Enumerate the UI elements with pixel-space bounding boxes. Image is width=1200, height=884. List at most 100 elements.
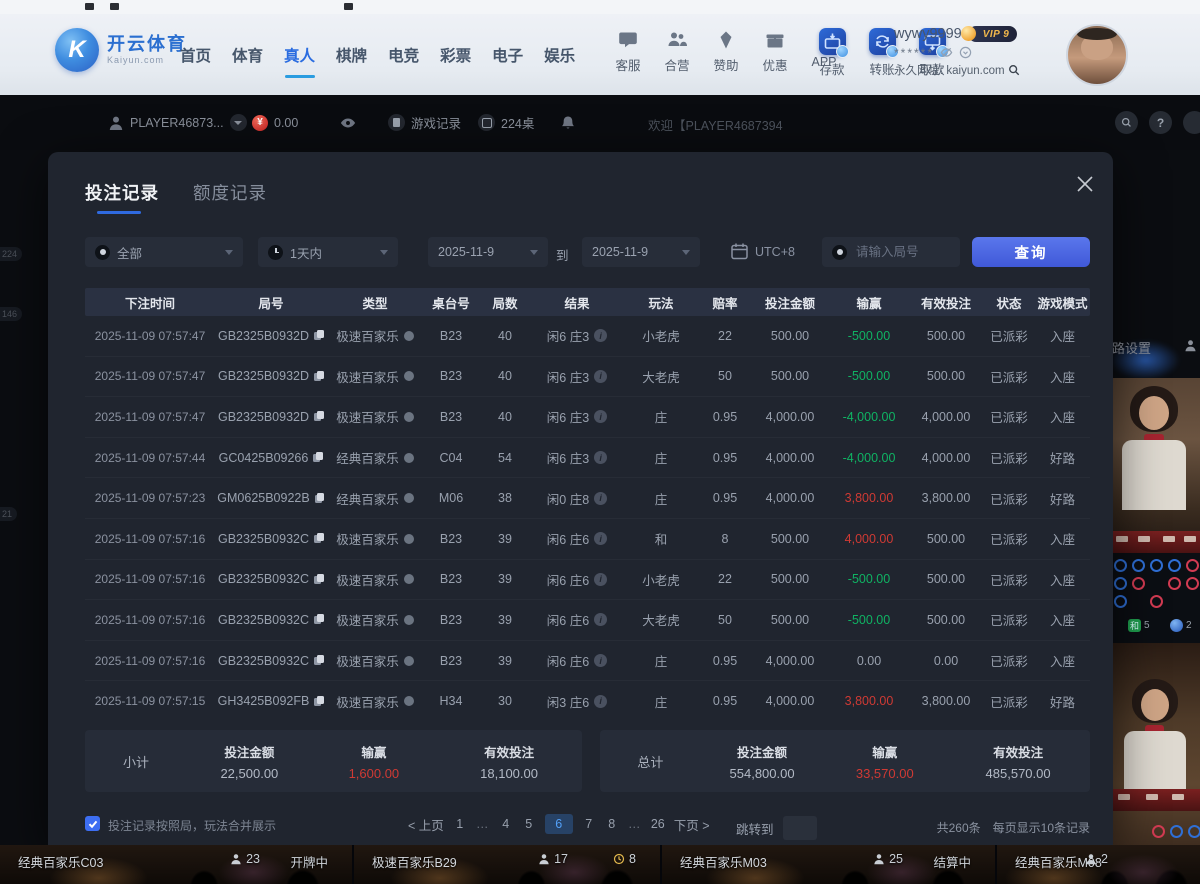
info-icon[interactable]: i [594, 654, 607, 667]
eye-off-icon[interactable] [940, 46, 953, 59]
player-count: 2 [1085, 852, 1108, 866]
info-icon[interactable]: i [594, 410, 607, 423]
round-search-input[interactable] [854, 244, 950, 260]
close-icon[interactable] [1075, 174, 1095, 194]
nav-item-2[interactable]: 真人 [282, 38, 317, 72]
help-icon[interactable]: ? [1149, 111, 1172, 134]
page-button-8[interactable]: 8 [605, 817, 619, 831]
search-icon[interactable] [1115, 111, 1138, 134]
nav-item-3[interactable]: 棋牌 [334, 38, 369, 72]
cell-win-loss: -4,000.00 [829, 451, 909, 465]
category-select[interactable]: 全部 [85, 237, 243, 267]
partnership-link[interactable]: 合营 [657, 30, 697, 74]
next-page-button[interactable]: 下页 > [674, 815, 710, 834]
copy-icon[interactable] [314, 411, 324, 422]
cell-play: 大老虎 [623, 367, 699, 386]
copy-icon[interactable] [314, 614, 324, 625]
more-icon[interactable] [1183, 111, 1200, 134]
logo-icon: K [55, 28, 99, 72]
user-info[interactable]: wywy9999 VIP 9 ****** 永久网址: kaiyun.com [894, 26, 1064, 78]
lobby-table-thumb[interactable]: 经典百家乐M03 25 结算中 [662, 845, 997, 884]
copy-icon[interactable] [314, 655, 324, 666]
visibility-toggle[interactable] [340, 115, 356, 131]
copy-icon[interactable] [314, 371, 324, 382]
road-settings-label[interactable]: 路设置 [1112, 338, 1151, 357]
nav-item-0[interactable]: 首页 [178, 38, 213, 72]
merge-checkbox[interactable] [85, 816, 100, 831]
info-icon[interactable]: i [594, 329, 607, 342]
cell-status: 已派彩 [983, 448, 1035, 467]
notifications[interactable] [560, 115, 576, 131]
round-search-field[interactable] [822, 237, 960, 267]
info-icon[interactable]: i [594, 532, 607, 545]
column-header-4: 局数 [479, 293, 531, 312]
page-button-7[interactable]: 7 [582, 817, 596, 831]
site-logo[interactable]: K 开云体育 Kaiyun.com [55, 28, 187, 72]
copy-icon[interactable] [314, 533, 324, 544]
copy-icon[interactable] [314, 696, 324, 707]
chevron-down-icon[interactable] [230, 114, 247, 131]
cell-odds: 0.95 [699, 491, 751, 505]
cell-status: 已派彩 [983, 367, 1035, 386]
eye-icon [340, 115, 356, 131]
query-button[interactable]: 查询 [972, 237, 1090, 267]
lobby-table-thumb[interactable]: 经典百家乐M08 2 [997, 845, 1200, 884]
date-to-select[interactable]: 2025-11-9 [582, 237, 700, 267]
cell-win-loss: -500.00 [829, 329, 909, 343]
info-icon[interactable]: i [594, 451, 607, 464]
chat-icon [618, 30, 638, 50]
copy-icon[interactable] [314, 574, 324, 585]
refresh-circle-icon[interactable] [959, 46, 972, 59]
info-icon[interactable]: i [594, 370, 607, 383]
nav-item-5[interactable]: 彩票 [438, 38, 473, 72]
info-icon[interactable]: i [594, 695, 607, 708]
table-row: 2025-11-09 07:57:16 GB2325B0932C 极速百家乐 B… [85, 519, 1090, 560]
player-account[interactable]: PLAYER46873... [108, 114, 247, 131]
cell-result: 闲6 庄6i [531, 529, 623, 548]
search-icon[interactable] [1008, 64, 1020, 76]
info-icon[interactable]: i [594, 573, 607, 586]
nav-item-4[interactable]: 电竞 [386, 38, 421, 72]
customer-service-link[interactable]: 客服 [608, 30, 648, 74]
copy-icon[interactable] [315, 493, 325, 504]
dealer-video[interactable] [1108, 378, 1200, 553]
nav-item-6[interactable]: 电子 [490, 38, 525, 72]
page-button-…[interactable]: … [476, 817, 490, 831]
prev-page-button[interactable]: < 上页 [408, 815, 444, 834]
date-from-select[interactable]: 2025-11-9 [428, 237, 548, 267]
lobby-table-thumb[interactable]: 经典百家乐C03 23 开牌中 [0, 845, 354, 884]
cell-game-mode: 好路 [1035, 489, 1090, 508]
game-record-link[interactable]: 游戏记录 [388, 113, 461, 132]
cell-bet-time: 2025-11-09 07:57:15 [85, 694, 215, 708]
cell-result: 闲6 庄6i [531, 610, 623, 629]
vip-badge: VIP 9 [968, 26, 1018, 42]
baccarat-table-edge [1108, 531, 1200, 553]
tab-quota-records[interactable]: 额度记录 [193, 180, 267, 205]
page-button-5[interactable]: 5 [522, 817, 536, 831]
nav-item-7[interactable]: 娱乐 [542, 38, 577, 72]
page-button-1[interactable]: 1 [453, 817, 467, 831]
cell-game-type: 极速百家乐 [327, 367, 423, 386]
copy-icon[interactable] [313, 452, 323, 463]
dealer-video[interactable]: 和8 2 [1108, 643, 1200, 845]
jump-input[interactable] [783, 816, 817, 840]
page-button-…[interactable]: … [628, 817, 642, 831]
balance-display[interactable]: ¥ 0.00 [252, 115, 298, 131]
sponsor-link[interactable]: 赞助 [706, 30, 746, 74]
avatar[interactable] [1066, 24, 1128, 86]
cell-bet-time: 2025-11-09 07:57:16 [85, 654, 215, 668]
nav-item-1[interactable]: 体育 [230, 38, 265, 72]
lobby-table-thumb[interactable]: 极速百家乐B29 17 8 [354, 845, 662, 884]
page-button-6[interactable]: 6 [545, 814, 573, 834]
page-button-4[interactable]: 4 [499, 817, 513, 831]
tab-bet-records[interactable]: 投注记录 [85, 180, 159, 205]
table-row: 2025-11-09 07:57:16 GB2325B0932C 极速百家乐 B… [85, 600, 1090, 641]
date-range-select[interactable]: 1天内 [258, 237, 398, 267]
page-button-26[interactable]: 26 [651, 817, 665, 831]
info-icon[interactable]: i [594, 613, 607, 626]
tables-count-link[interactable]: 224桌 [478, 113, 534, 132]
info-icon[interactable]: i [594, 492, 607, 505]
copy-icon[interactable] [314, 330, 324, 341]
deposit-button[interactable]: 存款 [812, 28, 852, 78]
promotions-link[interactable]: 优惠 [755, 30, 795, 74]
